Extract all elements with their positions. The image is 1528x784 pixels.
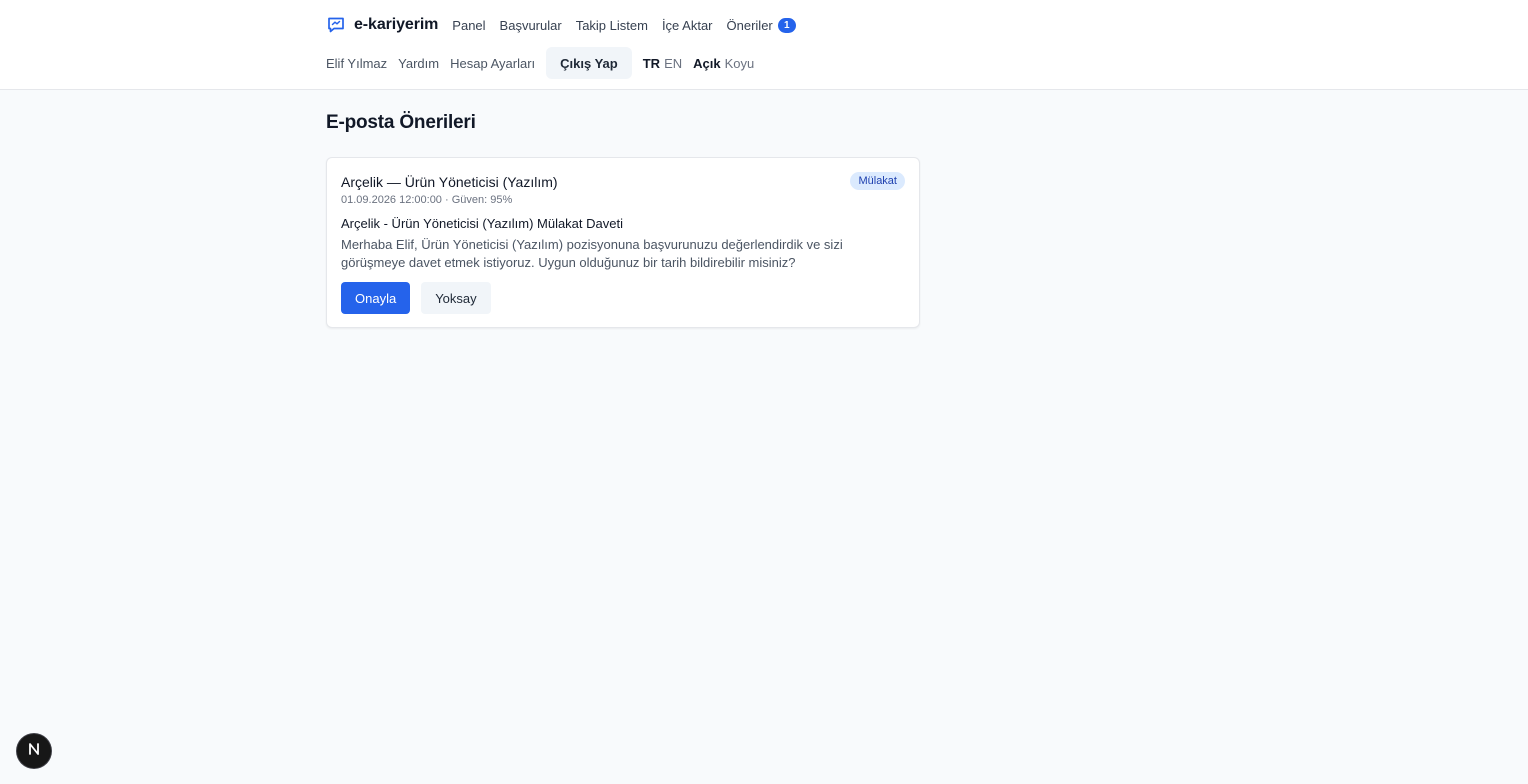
primary-nav: e-kariyerim Panel Başvurular Takip Liste… — [326, 12, 796, 38]
page-title: E-posta Önerileri — [326, 112, 476, 133]
nav-panel[interactable]: Panel — [452, 18, 485, 33]
email-body: Merhaba Elif, Ürün Yöneticisi (Yazılım) … — [341, 237, 843, 270]
dismiss-button[interactable]: Yoksay — [421, 282, 491, 314]
theme-dark[interactable]: Koyu — [725, 56, 755, 71]
nav-applications[interactable]: Başvurular — [500, 18, 562, 33]
theme-switcher: Açık Koyu — [693, 56, 754, 71]
account-bar: Elif Yılmaz Yardım Hesap Ayarları Çıkış … — [326, 47, 765, 79]
suggestions-count-badge: 1 — [777, 17, 796, 33]
account-settings-link[interactable]: Hesap Ayarları — [450, 56, 535, 71]
email-subject: Arçelik - Ürün Yöneticisi (Yazılım) Müla… — [341, 216, 623, 231]
suggestion-card: Arçelik — Ürün Yöneticisi (Yazılım) Müla… — [326, 157, 920, 328]
chat-message-icon — [326, 15, 346, 35]
suggestion-type-badge: Mülakat — [850, 172, 905, 190]
brand-name: e-kariyerim — [354, 16, 439, 33]
theme-light[interactable]: Açık — [693, 56, 720, 71]
nav-suggestions[interactable]: Öneriler 1 — [726, 17, 796, 33]
approve-button[interactable]: Onayla — [341, 282, 411, 314]
nav-import[interactable]: İçe Aktar — [662, 18, 713, 33]
nav-watchlist[interactable]: Takip Listem — [576, 18, 648, 33]
nextjs-logo-icon — [26, 741, 42, 762]
suggestion-meta: 01.09.2026 12:00:00 · Güven: 95% — [341, 194, 513, 206]
suggestion-title: Arçelik — Ürün Yöneticisi (Yazılım) — [341, 174, 558, 190]
help-link[interactable]: Yardım — [398, 56, 439, 71]
language-tr[interactable]: TR — [643, 56, 660, 71]
nextjs-dev-indicator[interactable] — [17, 734, 51, 768]
logout-button[interactable]: Çıkış Yap — [546, 47, 632, 79]
language-switcher: TR EN — [643, 56, 682, 71]
main-content: E-posta Önerileri Arçelik — Ürün Yönetic… — [326, 112, 920, 328]
top-header: e-kariyerim Panel Başvurular Takip Liste… — [0, 0, 1528, 90]
suggestion-actions: Onayla Yoksay — [341, 282, 491, 314]
user-name-link[interactable]: Elif Yılmaz — [326, 56, 387, 71]
language-en[interactable]: EN — [664, 56, 682, 71]
brand[interactable]: e-kariyerim — [326, 15, 438, 35]
nav-suggestions-label: Öneriler — [726, 17, 773, 33]
